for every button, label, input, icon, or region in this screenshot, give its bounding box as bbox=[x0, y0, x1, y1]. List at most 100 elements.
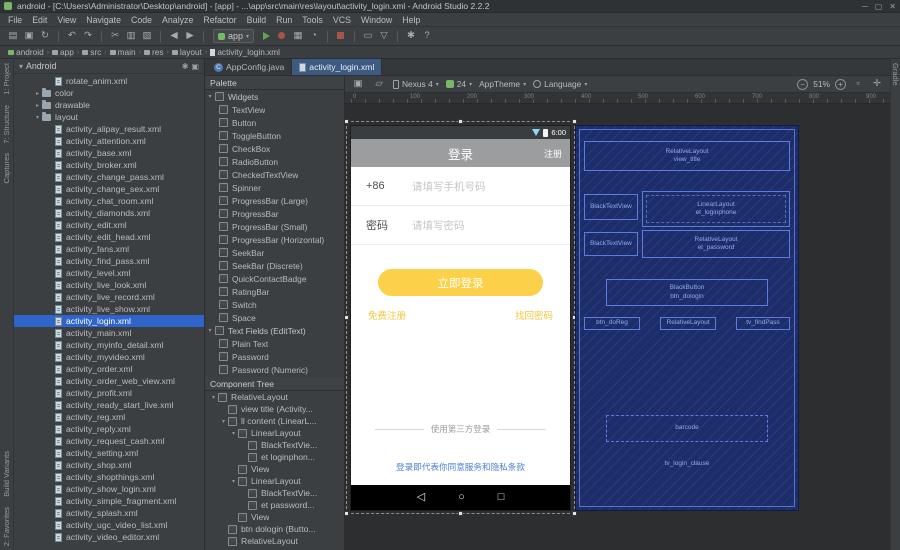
nav-home-icon[interactable]: ○ bbox=[458, 492, 465, 503]
project-item-activity-video-editor-xml[interactable]: activity_video_editor.xml bbox=[14, 531, 204, 543]
palette-item-progressbar-small[interactable]: ProgressBar (Small) bbox=[205, 220, 344, 233]
component-view-title-activity[interactable]: view title (Activity... bbox=[205, 403, 344, 415]
menu-item-navigate[interactable]: Navigate bbox=[81, 15, 126, 25]
bp-tv-login-clause[interactable]: tv_login_clause bbox=[576, 460, 798, 467]
component-linearlayout[interactable]: ▾LinearLayout bbox=[205, 475, 344, 487]
palette-item-radiobutton[interactable]: RadioButton bbox=[205, 155, 344, 168]
resize-handle[interactable] bbox=[458, 119, 463, 124]
breadcrumb-item-activity-login-xml[interactable]: activity_login.xml bbox=[210, 47, 280, 57]
project-item-color[interactable]: ▸color bbox=[14, 87, 204, 99]
palette-item-password[interactable]: Password bbox=[205, 350, 344, 363]
undo-icon[interactable]: ↶ bbox=[65, 29, 79, 43]
api-selector[interactable]: 24 ▾ bbox=[446, 79, 472, 89]
theme-selector[interactable]: AppTheme ▾ bbox=[479, 79, 526, 89]
menu-item-view[interactable]: View bbox=[52, 15, 81, 25]
project-item-activity-shopthings-xml[interactable]: activity_shopthings.xml bbox=[14, 471, 204, 483]
menu-item-window[interactable]: Window bbox=[356, 15, 397, 25]
project-item-activity-reg-xml[interactable]: activity_reg.xml bbox=[14, 411, 204, 423]
project-item-activity-order-web-view-xml[interactable]: activity_order_web_view.xml bbox=[14, 375, 204, 387]
login-button[interactable]: 立即登录 bbox=[378, 269, 543, 296]
avd-icon[interactable]: ▭ bbox=[361, 29, 375, 43]
forward-icon[interactable]: ▶ bbox=[183, 29, 197, 43]
project-item-activity-main-xml[interactable]: activity_main.xml bbox=[14, 327, 204, 339]
palette-item-spinner[interactable]: Spinner bbox=[205, 181, 344, 194]
stop-icon[interactable] bbox=[334, 29, 348, 43]
bp-tv-findpass[interactable]: tv_findPass bbox=[736, 317, 790, 330]
coverage-icon[interactable]: ▦ bbox=[291, 29, 305, 43]
project-item-activity-edit-xml[interactable]: activity_edit.xml bbox=[14, 219, 204, 231]
free-register-link[interactable]: 免费注册 bbox=[368, 308, 406, 322]
palette-item-ratingbar[interactable]: RatingBar bbox=[205, 285, 344, 298]
blueprint-preview[interactable]: RelativeLayoutview_title BlackTextView L… bbox=[576, 126, 798, 510]
menu-item-edit[interactable]: Edit bbox=[27, 15, 52, 25]
collapse-arrow-icon[interactable]: ▾ bbox=[209, 394, 218, 401]
collapse-arrow-icon[interactable]: ▾ bbox=[229, 478, 238, 485]
design-canvas[interactable]: 6:00 登录 注册 +86 请填写手机号码 bbox=[345, 104, 890, 550]
project-item-activity-live-record-xml[interactable]: activity_live_record.xml bbox=[14, 291, 204, 303]
component-relativelayout[interactable]: RelativeLayout bbox=[205, 535, 344, 547]
bp-black-textview-1[interactable]: BlackTextView bbox=[584, 194, 638, 220]
bp-et-loginphone[interactable]: LinearLayoutet_loginphone bbox=[642, 191, 790, 227]
breadcrumb-item-main[interactable]: main bbox=[110, 47, 136, 57]
palette-item-space[interactable]: Space bbox=[205, 311, 344, 324]
palette-item-seekbar[interactable]: SeekBar bbox=[205, 246, 344, 259]
phone-appbar[interactable]: 登录 注册 bbox=[351, 139, 570, 167]
open-icon[interactable]: ▤ bbox=[6, 29, 20, 43]
project-item-activity-ugc-video-list-xml[interactable]: activity_ugc_video_list.xml bbox=[14, 519, 204, 531]
bp-barcode[interactable]: barcode bbox=[606, 415, 768, 442]
orientation-icon[interactable]: ▱ bbox=[372, 77, 386, 91]
component-relativelayout[interactable]: ▾RelativeLayout bbox=[205, 391, 344, 403]
project-item-activity-level-xml[interactable]: activity_level.xml bbox=[14, 267, 204, 279]
password-row[interactable]: 密码 请填写密码 bbox=[351, 206, 570, 245]
project-item-activity-alipay-result-xml[interactable]: activity_alipay_result.xml bbox=[14, 123, 204, 135]
palette-item-progressbar-large[interactable]: ProgressBar (Large) bbox=[205, 194, 344, 207]
design-mode-icon[interactable]: ▣ bbox=[351, 77, 365, 91]
dock-tab-7-structure[interactable]: 7: Structure bbox=[2, 105, 11, 144]
palette-item-textview[interactable]: TextView bbox=[205, 103, 344, 116]
project-item-drawable[interactable]: ▸drawable bbox=[14, 99, 204, 111]
collapse-arrow-icon[interactable]: ▾ bbox=[229, 430, 238, 437]
dock-tab-build-variants[interactable]: Build Variants bbox=[2, 451, 11, 497]
menu-item-tools[interactable]: Tools bbox=[297, 15, 328, 25]
menu-item-build[interactable]: Build bbox=[242, 15, 272, 25]
component-ll-content-linearl[interactable]: ▾ll content (LinearL... bbox=[205, 415, 344, 427]
expand-arrow-icon[interactable]: ▸ bbox=[33, 90, 42, 97]
project-item-activity-splash-xml[interactable]: activity_splash.xml bbox=[14, 507, 204, 519]
project-item-activity-edit-head-xml[interactable]: activity_edit_head.xml bbox=[14, 231, 204, 243]
collapse-arrow-icon[interactable]: ▾ bbox=[33, 114, 42, 121]
menu-item-run[interactable]: Run bbox=[271, 15, 297, 25]
component-et-password[interactable]: et password... bbox=[205, 499, 344, 511]
device-selector[interactable]: Nexus 4 ▾ bbox=[393, 79, 439, 89]
cut-icon[interactable]: ✂ bbox=[108, 29, 122, 43]
sync-icon[interactable]: ↻ bbox=[38, 29, 52, 43]
resize-handle[interactable] bbox=[345, 315, 349, 320]
palette-item-quickcontactbadge[interactable]: QuickContactBadge bbox=[205, 272, 344, 285]
component-blacktextvie[interactable]: BlackTextVie... bbox=[205, 487, 344, 499]
project-item-activity-broker-xml[interactable]: activity_broker.xml bbox=[14, 159, 204, 171]
phone-input-placeholder[interactable]: 请填写手机号码 bbox=[412, 179, 486, 194]
project-item-activity-live-show-xml[interactable]: activity_live_show.xml bbox=[14, 303, 204, 315]
project-item-activity-shop-xml[interactable]: activity_shop.xml bbox=[14, 459, 204, 471]
project-item-activity-profit-xml[interactable]: activity_profit.xml bbox=[14, 387, 204, 399]
palette-group-text-fields-edittext[interactable]: ▾Text Fields (EditText) bbox=[205, 324, 344, 337]
menu-item-file[interactable]: File bbox=[3, 15, 27, 25]
project-item-activity-show-login-xml[interactable]: activity_show_login.xml bbox=[14, 483, 204, 495]
palette-group-widgets[interactable]: ▾Widgets bbox=[205, 90, 344, 103]
palette-item-checkbox[interactable]: CheckBox bbox=[205, 142, 344, 155]
run-icon[interactable] bbox=[259, 29, 273, 43]
palette-item-plain-text[interactable]: Plain Text bbox=[205, 337, 344, 350]
palette-item-progressbar[interactable]: ProgressBar bbox=[205, 207, 344, 220]
settings-icon[interactable]: ✱ bbox=[404, 29, 418, 43]
menu-item-code[interactable]: Code bbox=[126, 15, 157, 25]
bp-black-textview-2[interactable]: BlackTextView bbox=[584, 232, 638, 256]
project-item-activity-change-sex-xml[interactable]: activity_change_sex.xml bbox=[14, 183, 204, 195]
debug-icon[interactable] bbox=[275, 29, 289, 43]
password-input-placeholder[interactable]: 请填写密码 bbox=[412, 218, 465, 233]
close-button[interactable]: ✕ bbox=[889, 2, 896, 11]
project-item-activity-order-xml[interactable]: activity_order.xml bbox=[14, 363, 204, 375]
save-icon[interactable]: ▣ bbox=[22, 29, 36, 43]
bp-et-password[interactable]: RelativeLayoutet_password bbox=[642, 230, 790, 258]
nav-back-icon[interactable]: ◁ bbox=[417, 492, 425, 503]
breadcrumb-item-android[interactable]: android bbox=[8, 47, 44, 57]
dock-tab-1-project[interactable]: 1: Project bbox=[2, 63, 11, 95]
